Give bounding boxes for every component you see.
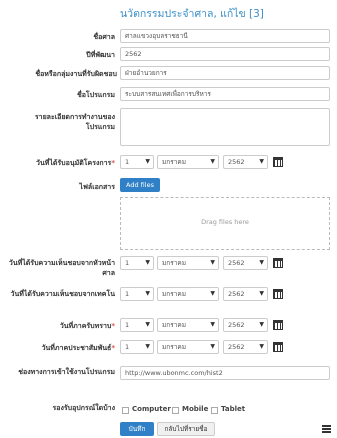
chevron-down-icon: ▼ xyxy=(145,290,150,297)
calendar-icon[interactable] xyxy=(273,157,283,167)
court-name-field[interactable]: ศาลแขวงอุบลราชธานี xyxy=(120,29,330,43)
approve-month-select[interactable]: มกราคม ▼ xyxy=(157,155,219,169)
add-files-button[interactable]: Add files xyxy=(120,178,160,192)
mobile-checkbox[interactable] xyxy=(172,407,179,414)
mobile-label: Mobile xyxy=(182,405,209,413)
chevron-down-icon: ▼ xyxy=(145,259,150,266)
chevron-down-icon: ▼ xyxy=(210,343,215,350)
chevron-down-icon: ▼ xyxy=(259,259,264,266)
group-name-field[interactable]: ฝ่ายอำนวยการ xyxy=(120,66,330,80)
details-textarea[interactable] xyxy=(120,108,330,146)
pr-month-select[interactable]: มกราคม ▼ xyxy=(157,340,219,354)
it-month-select[interactable]: มกราคม ▼ xyxy=(157,287,219,301)
calendar-icon[interactable] xyxy=(273,342,283,352)
approve-date-label: วันที่ได้รับอนุมัติโครงการ* xyxy=(36,159,115,167)
year-label: ปีที่พัฒนา xyxy=(86,51,115,59)
calendar-icon[interactable] xyxy=(273,320,283,330)
calendar-icon[interactable] xyxy=(273,258,283,268)
details-label: รายละเอียดการทำงานของโปรแกรม xyxy=(34,113,115,131)
chevron-down-icon: ▼ xyxy=(210,158,215,165)
access-url-field[interactable]: http://www.ubonmc.com/hist2 xyxy=(120,366,330,380)
program-name-field[interactable]: ระบบสารสนเทศเพื่อการบริหาร xyxy=(120,87,330,101)
documents-label: ไฟล์เอกสาร xyxy=(79,183,115,191)
region-year-select[interactable]: 2562 ▼ xyxy=(223,318,268,332)
region-date-label: วันที่ภาครับทราบ* xyxy=(59,322,115,330)
pr-year-select[interactable]: 2562 ▼ xyxy=(223,340,268,354)
program-name-label: ชื่อโปรแกรม xyxy=(76,91,115,99)
menu-icon[interactable] xyxy=(322,425,331,433)
back-to-list-button[interactable]: กลับไปที่รายชื่อ xyxy=(157,422,215,436)
chevron-down-icon: ▼ xyxy=(210,259,215,266)
chevron-down-icon: ▼ xyxy=(210,290,215,297)
chevron-down-icon: ▼ xyxy=(210,321,215,328)
chevron-down-icon: ▼ xyxy=(259,290,264,297)
calendar-icon[interactable] xyxy=(273,289,283,299)
required-marker: * xyxy=(111,159,115,167)
chevron-down-icon: ▼ xyxy=(259,158,264,165)
chevron-down-icon: ▼ xyxy=(145,343,150,350)
chief-month-select[interactable]: มกราคม ▼ xyxy=(157,256,219,270)
pr-day-select[interactable]: 1 ▼ xyxy=(120,340,154,354)
required-marker: * xyxy=(111,344,115,352)
devices-label: รองรับอุปกรณ์ใดบ้าง xyxy=(52,404,115,412)
chevron-down-icon: ▼ xyxy=(259,343,264,350)
court-name-label: ชื่อศาล xyxy=(93,33,115,41)
page-title: นวัตกรรมประจำศาล, แก้ไข [3] xyxy=(120,8,264,20)
region-month-select[interactable]: มกราคม ▼ xyxy=(157,318,219,332)
computer-checkbox[interactable] xyxy=(122,407,129,414)
approve-day-select[interactable]: 1 ▼ xyxy=(120,155,154,169)
access-url-label: ช่องทางการเข้าใช้งานโปรแกรม xyxy=(18,368,115,376)
year-field[interactable]: 2562 xyxy=(120,47,330,61)
tablet-checkbox[interactable] xyxy=(211,407,218,414)
group-name-label: ชื่อหรือกลุ่มงานที่รับผิดชอบ xyxy=(35,70,117,78)
chevron-down-icon: ▼ xyxy=(259,321,264,328)
it-date-label: วันที่ได้รับความเห็นชอบจากเทคโน xyxy=(10,290,115,298)
approve-year-select[interactable]: 2562 ▼ xyxy=(223,155,268,169)
it-year-select[interactable]: 2562 ▼ xyxy=(223,287,268,301)
chief-date-label: วันที่ได้รับความเห็นชอบจากหัวหน้าศาล xyxy=(8,259,115,277)
dropzone-hint: Drag files here xyxy=(201,218,249,226)
it-day-select[interactable]: 1 ▼ xyxy=(120,287,154,301)
save-button[interactable]: บันทึก xyxy=(120,422,154,436)
required-marker: * xyxy=(111,322,115,330)
chief-day-select[interactable]: 1 ▼ xyxy=(120,256,154,270)
pr-date-label: วันที่ภาคประชาสัมพันธ์* xyxy=(41,344,115,352)
computer-label: Computer xyxy=(132,405,171,413)
chevron-down-icon: ▼ xyxy=(145,158,150,165)
chevron-down-icon: ▼ xyxy=(145,321,150,328)
region-day-select[interactable]: 1 ▼ xyxy=(120,318,154,332)
file-dropzone[interactable]: Drag files here xyxy=(120,197,330,250)
tablet-label: Tablet xyxy=(221,405,246,413)
chief-year-select[interactable]: 2562 ▼ xyxy=(223,256,268,270)
